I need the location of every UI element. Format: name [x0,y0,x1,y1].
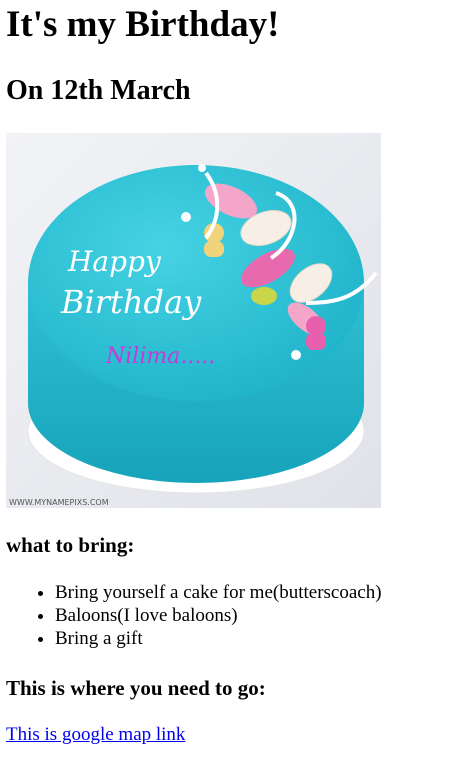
page-title: It's my Birthday! [6,4,280,45]
page-subtitle: On 12th March [6,75,191,106]
list-item: Baloons(I love baloons) [55,604,382,627]
image-watermark: WWW.MYNAMEPIXS.COM [9,498,109,507]
cake-text-name: Nilima..... [105,344,215,369]
list-item: Bring yourself a cake for me(butterscoac… [55,581,382,604]
cake-text-birthday: Birthday [60,283,202,321]
cake-text-happy: Happy [67,245,162,278]
google-map-link[interactable]: This is google map link [6,723,185,747]
what-to-bring-heading: what to bring: [6,533,135,557]
list-item: Bring a gift [55,627,382,650]
birthday-cake-image: Happy Birthday Nilima..... WWW.MYNAMEPIX… [6,133,381,508]
location-heading: This is where you need to go: [6,676,266,700]
bring-list: Bring yourself a cake for me(butterscoac… [6,581,382,650]
